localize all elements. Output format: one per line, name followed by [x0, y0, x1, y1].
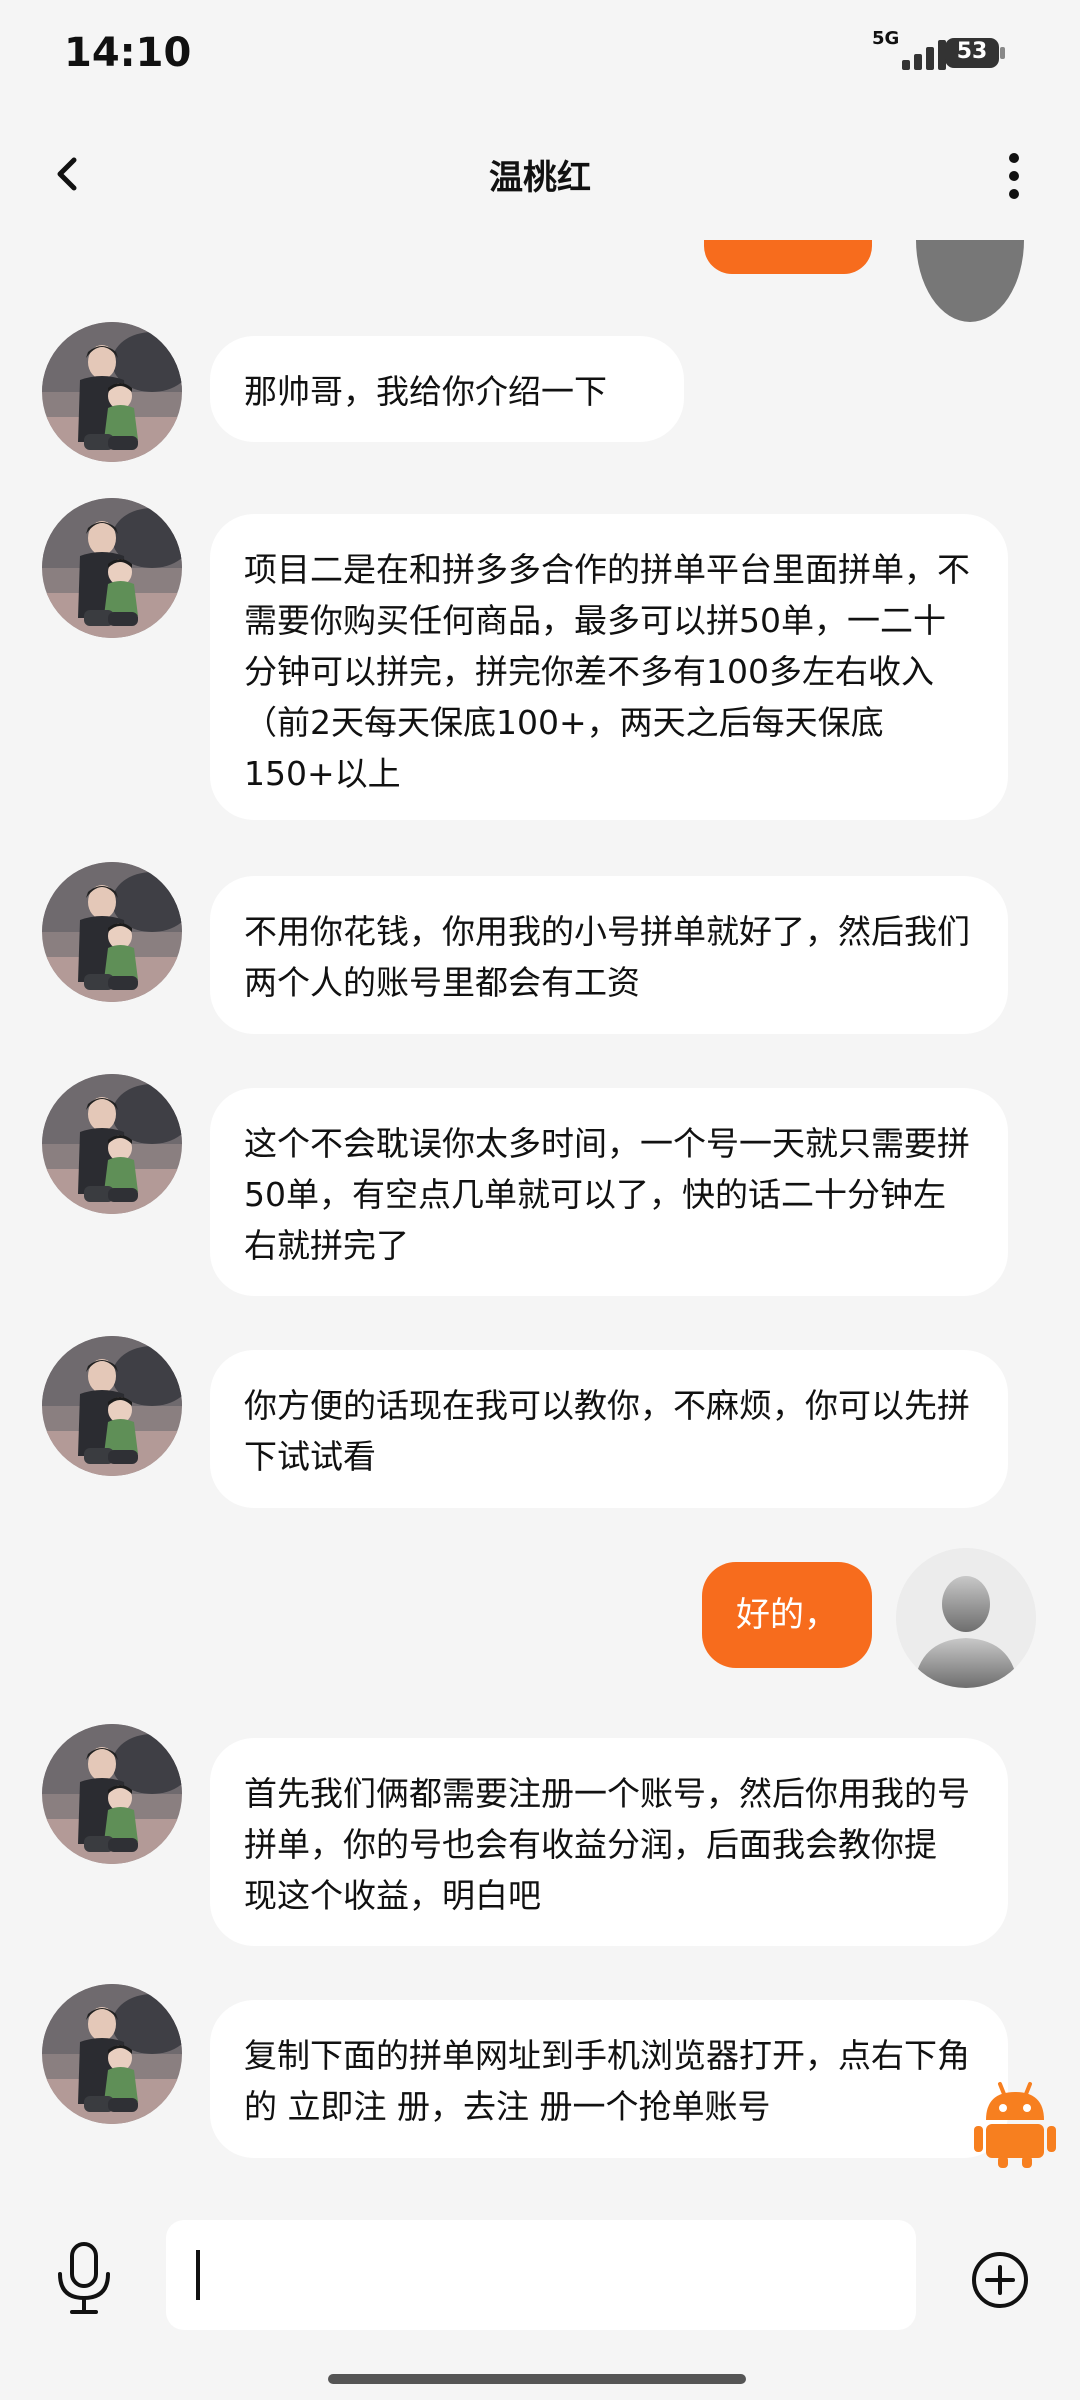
message-list[interactable]: 那帅哥，我给你介绍一下 项目二是在和拼多多合作的拼单平台里面拼单，不需要你购买任…: [0, 240, 1080, 2190]
android-robot-icon[interactable]: [974, 2080, 1056, 2168]
message-bubble[interactable]: 不用你花钱，你用我的小号拼单就好了，然后我们两个人的账号里都会有工资: [210, 876, 1008, 1034]
status-bar: 14:10 5G 53: [0, 0, 1080, 110]
message-bubble[interactable]: 复制下面的拼单网址到手机浏览器打开，点右下角的 立即注 册，去注 册一个抢单账号: [210, 2000, 1008, 2158]
contact-avatar[interactable]: [42, 1984, 182, 2124]
message-input[interactable]: [166, 2220, 916, 2330]
message-bubble[interactable]: 首先我们俩都需要注册一个账号，然后你用我的号拼单，你的号也会有收益分润，后面我会…: [210, 1738, 1008, 1946]
text-cursor: [196, 2250, 200, 2300]
contact-avatar[interactable]: [42, 498, 182, 638]
contact-avatar[interactable]: [42, 862, 182, 1002]
message-bubble[interactable]: 项目二是在和拼多多合作的拼单平台里面拼单，不需要你购买任何商品，最多可以拼50单…: [210, 514, 1008, 820]
message-bubble[interactable]: 你方便的话现在我可以教你，不麻烦，你可以先拼下试试看: [210, 1350, 1008, 1508]
more-vertical-icon[interactable]: [990, 148, 1038, 204]
user-avatar[interactable]: [896, 1548, 1036, 1688]
contact-avatar[interactable]: [42, 1074, 182, 1214]
network-type: 5G: [872, 28, 900, 49]
contact-avatar[interactable]: [42, 1724, 182, 1864]
plus-circle-icon[interactable]: [970, 2250, 1030, 2310]
battery-level: 53: [956, 39, 988, 64]
home-indicator[interactable]: [328, 2374, 746, 2384]
battery-icon: 53: [944, 36, 1006, 70]
status-time: 14:10: [64, 30, 192, 76]
microphone-icon[interactable]: [52, 2240, 116, 2316]
avatar: [916, 240, 1024, 322]
message-bubble[interactable]: 那帅哥，我给你介绍一下: [210, 336, 684, 442]
message-bubble-outgoing-partial: [704, 240, 872, 274]
message-bubble[interactable]: 这个不会耽误你太多时间，一个号一天就只需要拼50单，有空点几单就可以了，快的话二…: [210, 1088, 1008, 1296]
page-title: 温桃红: [489, 158, 591, 198]
chat-header: 温桃红: [0, 110, 1080, 240]
message-bubble-outgoing[interactable]: 好的，: [702, 1562, 872, 1668]
contact-avatar[interactable]: [42, 1336, 182, 1476]
input-bar: [0, 2190, 1080, 2400]
contact-avatar[interactable]: [42, 322, 182, 462]
